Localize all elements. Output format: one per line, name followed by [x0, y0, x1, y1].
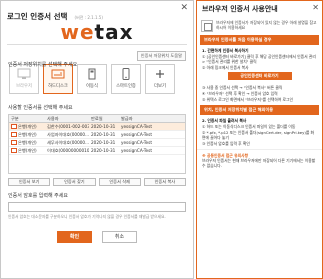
cert-center-button[interactable]: 공인인증센터 바로가기 [227, 72, 292, 80]
copy-cert-button[interactable]: 인증서 복사 [143, 178, 186, 186]
view-cert-button[interactable]: 인증서 보기 [8, 178, 51, 186]
guide-footer: ※ 공동인증서 접근 유의사항 브라우저 인증서는 현재 브라우저에만 저장되어… [197, 149, 322, 171]
cert-buttons: 인증서 보기 인증서 찾기 인증서 삭제 인증서 복사 [1, 174, 193, 186]
table-row[interactable]: 은행(개인) 세무사이대호(00000... 2020-10-31 yessig… [9, 139, 185, 147]
dialog-title-bar: 로그인 인증서 선택 (버전 : 2.1.1.5) ✕ [1, 1, 193, 22]
plus-icon [146, 65, 174, 83]
cancel-button[interactable]: 취소 [102, 231, 137, 243]
guide-bar-location: 위치, 인증서 저장위치별 접근 해외이용 [200, 105, 319, 115]
close-icon[interactable]: ✕ [312, 3, 319, 12]
cert-table: 구분 사용자 만료일 발급자 은행(개인) 김한수(0001-002-003) … [8, 114, 186, 174]
close-icon[interactable]: ✕ [180, 4, 188, 13]
certificate-icon [11, 140, 17, 145]
location-smart[interactable]: 스마트인증 [111, 64, 141, 94]
cert-select-dialog: 로그인 인증서 선택 (버전 : 2.1.1.5) ✕ wetax 인증서 저장… [0, 0, 194, 279]
table-row[interactable]: 은행(개인) 사업자이대호(00000... 2020-10-31 yessig… [9, 131, 185, 139]
location-harddisk[interactable]: 하드디스크 [43, 64, 73, 94]
smart-icon [112, 65, 140, 83]
guide-block-copy: 1. 간편하게 인증서 복사하기 ① [공인인증센터 바로가기] 클릭 후 해당… [202, 48, 316, 70]
find-cert-button[interactable]: 인증서 찾기 [53, 178, 96, 186]
guide-intro: 브라우저에 인증서가 저장되어 있지 않는 경우 아래 설명을 참고하시어 이용… [197, 18, 322, 35]
location-section-label: 인증서 저장위치를 선택해 주세요 [8, 62, 78, 68]
location-usb[interactable]: 이동식 [77, 64, 107, 94]
wetax-logo: wetax [60, 20, 134, 44]
browser-icon [201, 20, 213, 32]
password-input[interactable] [8, 202, 186, 212]
certificate-icon [11, 124, 17, 129]
delete-cert-button[interactable]: 인증서 삭제 [98, 178, 141, 186]
certificate-icon [11, 132, 17, 137]
password-note: 인증서 암호는 대소문자를 구분하오니 인증서 암호가 기억나지 않을 경우 인… [8, 214, 166, 219]
password-section-label: 인증서 암호를 입력해 주세요 [8, 193, 68, 199]
guide-bar-first-use: 브라우저 인증서를 처음 이용하실 경우 [200, 35, 319, 45]
divider [7, 44, 187, 45]
table-empty-area [9, 155, 185, 173]
location-more[interactable]: 더보기 [145, 64, 175, 94]
guide-block-copy-more: ③ 사용 중 인증서 선택 → "인증서 복사" 버튼 클릭 ④ "브라우저" … [202, 85, 293, 102]
browser-cert-guide: 브라우저 인증서 사용안내 ✕ 브라우저에 인증서가 저장되어 있지 않는 경우… [196, 0, 323, 279]
guide-block-upload: 2. 인증서 파일 올려서 복사 ① 하드 또는 이동식디스크 인증서 파일이 … [202, 118, 315, 146]
table-header: 구분 사용자 만료일 발급자 [9, 115, 185, 123]
cert-section-label: 사용할 인증서를 선택해 주세요 [8, 105, 73, 111]
ok-button[interactable]: 확인 [57, 231, 92, 243]
table-row[interactable]: 은행(개인) 이대호(00000000010... 2020-10-31 yes… [9, 147, 185, 155]
dialog-version: (버전 : 2.1.1.5) [74, 15, 103, 20]
location-browser[interactable]: 브라우저 [9, 64, 39, 94]
dialog-title: 로그인 인증서 선택 [7, 12, 68, 21]
guide-title: 브라우저 인증서 사용안내 ✕ [202, 3, 319, 13]
table-row[interactable]: 은행(개인) 김한수(0001-002-003) 2020-10-31 yess… [9, 123, 185, 131]
certificate-icon [11, 148, 17, 153]
location-help-button[interactable]: 인증서 저장위치 도움말 [136, 51, 186, 61]
